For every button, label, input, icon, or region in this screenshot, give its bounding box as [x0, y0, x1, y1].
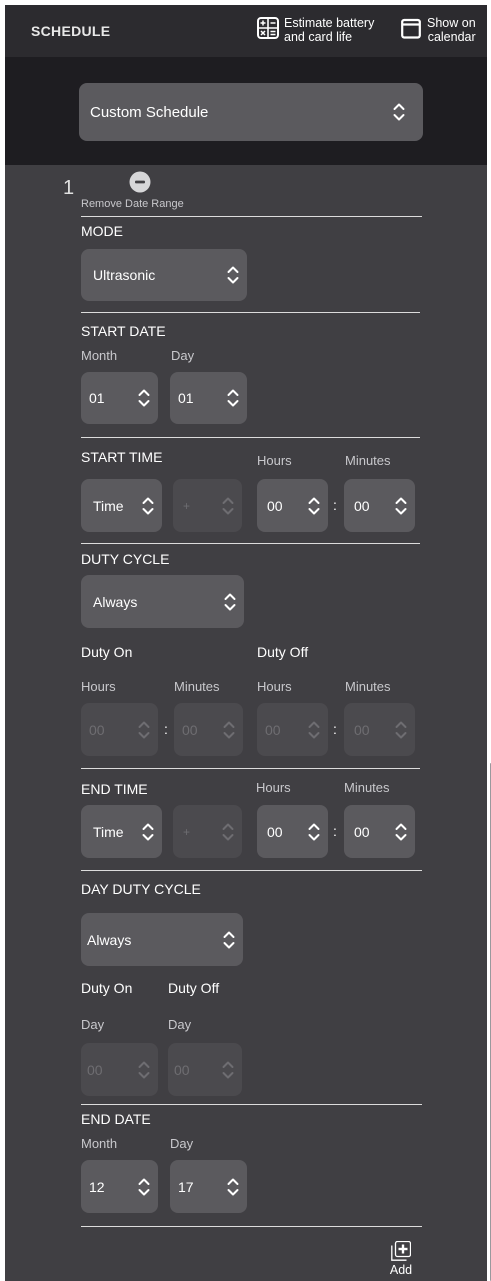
time-separator: : — [333, 721, 337, 737]
day-duty-on-label: Duty On — [81, 980, 133, 996]
chevron-updown-icon — [142, 495, 154, 517]
chevron-updown-icon — [138, 719, 150, 741]
start-minutes-select[interactable]: 00 — [344, 479, 415, 532]
end-day-select[interactable]: 17 — [170, 1160, 247, 1213]
remove-date-range-label: Remove Date Range — [81, 198, 184, 210]
schedule-type-select[interactable]: Custom Schedule — [79, 83, 423, 141]
day-duty-on-day-label: Day — [81, 1017, 105, 1032]
chevron-updown-icon — [138, 1059, 150, 1081]
duty-off-hours-select: 00 — [257, 703, 328, 756]
start-minutes-label: Minutes — [345, 453, 391, 468]
calendar-icon — [401, 17, 421, 44]
day-duty-cycle-select[interactable]: Always — [81, 913, 243, 966]
end-minutes-label: Minutes — [344, 780, 390, 795]
start-date-heading: START DATE — [81, 323, 166, 339]
estimate-battery-label: Estimate battery and card life — [284, 16, 375, 44]
end-time-offset-select: + — [173, 805, 242, 858]
start-time-offset-select: + — [173, 479, 242, 532]
end-month-select[interactable]: 12 — [81, 1160, 158, 1213]
show-on-calendar-button[interactable]: Show on calendar — [401, 16, 476, 44]
minus-circle-icon — [129, 171, 151, 193]
end-time-heading: END TIME — [81, 781, 148, 797]
duty-cycle-select[interactable]: Always — [81, 575, 244, 628]
day-duty-off-day-label: Day — [168, 1017, 192, 1032]
chevron-updown-icon — [393, 101, 405, 123]
divider — [81, 870, 422, 871]
divider — [81, 437, 420, 438]
mode-select[interactable]: Ultrasonic — [81, 249, 247, 301]
end-hours-label: Hours — [256, 780, 291, 795]
day-duty-off-select: 00 — [168, 1043, 242, 1096]
duty-on-hours-label: Hours — [81, 679, 116, 694]
duty-off-minutes-select: 00 — [344, 703, 415, 756]
chevron-updown-icon — [308, 821, 320, 843]
start-month-select[interactable]: 01 — [81, 372, 158, 424]
end-month-label: Month — [81, 1136, 118, 1151]
end-hours-select[interactable]: 00 — [257, 805, 328, 858]
day-duty-cycle-heading: DAY DUTY CYCLE — [81, 881, 201, 897]
divider — [81, 768, 420, 769]
chevron-updown-icon — [308, 719, 320, 741]
end-day-label: Day — [170, 1136, 194, 1151]
range-index: 1 — [63, 177, 75, 199]
add-label: Add — [389, 1263, 413, 1277]
chevron-updown-icon — [223, 929, 235, 951]
chevron-updown-icon — [222, 821, 234, 843]
duty-off-minutes-label: Minutes — [345, 679, 391, 694]
chevron-updown-icon — [308, 495, 320, 517]
chevron-updown-icon — [223, 719, 235, 741]
start-hours-select[interactable]: 00 — [257, 479, 328, 532]
chevron-updown-icon — [142, 821, 154, 843]
duty-on-minutes-label: Minutes — [174, 679, 220, 694]
chevron-updown-icon — [227, 264, 239, 286]
chevron-updown-icon — [138, 1176, 150, 1198]
chevron-updown-icon — [222, 1059, 234, 1081]
divider — [81, 216, 422, 217]
divider — [81, 1104, 422, 1105]
day-duty-on-select: 00 — [81, 1043, 158, 1096]
chevron-updown-icon — [222, 495, 234, 517]
start-month-label: Month — [81, 348, 118, 363]
end-time-type-select[interactable]: Time — [81, 805, 162, 858]
start-time-heading: START TIME — [81, 449, 163, 465]
calculator-icon — [257, 16, 279, 44]
start-time-type-select[interactable]: Time — [81, 479, 162, 532]
end-minutes-select[interactable]: 00 — [344, 805, 415, 858]
chevron-updown-icon — [224, 591, 236, 613]
chevron-updown-icon — [227, 1176, 239, 1198]
duty-on-hours-select: 00 — [81, 703, 158, 756]
chevron-updown-icon — [227, 387, 239, 409]
schedule-screen: SCHEDULE Estimate battery and card life … — [5, 5, 491, 1281]
duty-on-minutes-select: 00 — [174, 703, 243, 756]
show-on-calendar-label: Show on calendar — [427, 16, 476, 44]
time-separator: : — [164, 721, 168, 737]
time-separator: : — [333, 823, 337, 839]
divider — [81, 1226, 422, 1227]
chevron-updown-icon — [395, 495, 407, 517]
chevron-updown-icon — [395, 821, 407, 843]
mode-heading: MODE — [81, 223, 123, 239]
remove-date-range-button[interactable] — [129, 171, 151, 193]
day-duty-off-label: Duty Off — [168, 980, 220, 996]
divider — [81, 312, 420, 313]
time-separator: : — [333, 497, 337, 513]
chevron-updown-icon — [138, 387, 150, 409]
add-square-icon — [391, 1241, 411, 1261]
duty-off-label: Duty Off — [257, 644, 309, 660]
page-title: SCHEDULE — [31, 23, 111, 39]
schedule-type-panel: Custom Schedule — [5, 57, 487, 165]
start-hours-label: Hours — [257, 453, 292, 468]
estimate-battery-button[interactable]: Estimate battery and card life — [257, 16, 374, 44]
chevron-updown-icon — [395, 719, 407, 741]
duty-cycle-heading: DUTY CYCLE — [81, 551, 170, 567]
add-date-range-button[interactable]: Add — [383, 1241, 419, 1281]
divider — [81, 543, 420, 544]
start-day-label: Day — [171, 348, 195, 363]
duty-on-label: Duty On — [81, 644, 133, 660]
start-day-select[interactable]: 01 — [170, 372, 247, 424]
duty-off-hours-label: Hours — [257, 679, 292, 694]
top-bar: SCHEDULE Estimate battery and card life … — [5, 5, 487, 57]
end-date-heading: END DATE — [81, 1111, 151, 1127]
